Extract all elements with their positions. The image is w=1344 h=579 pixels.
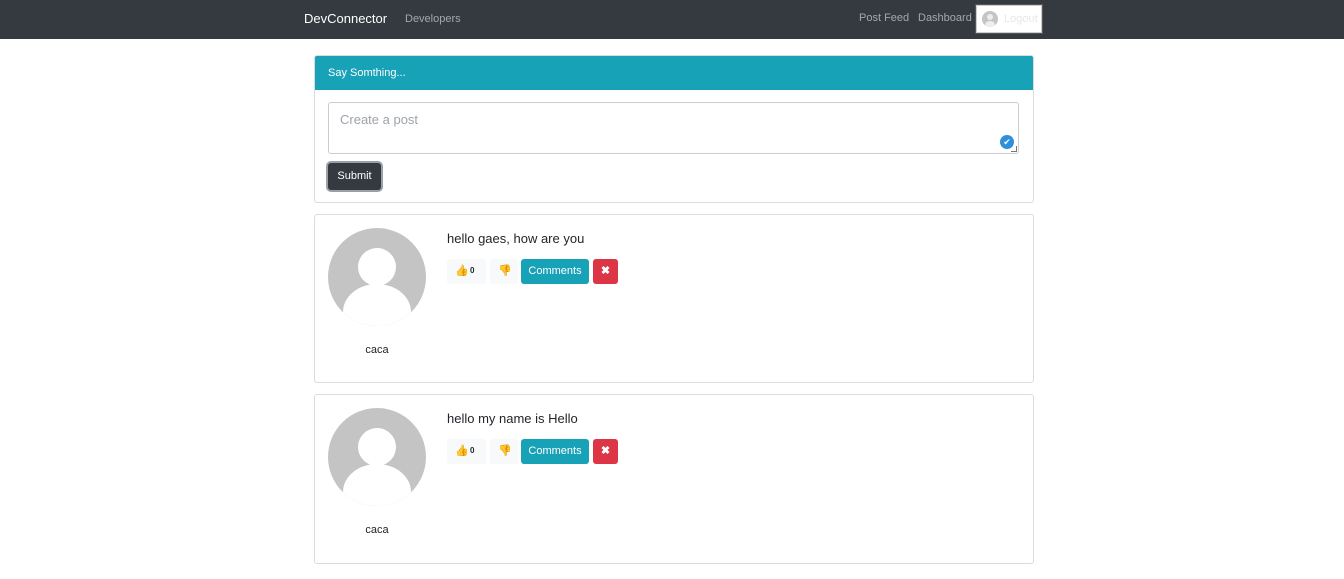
avatar-body [343, 284, 411, 326]
post-card: caca hello my name is Hello 👍 0 👎 Commen… [314, 394, 1034, 564]
avatar-head [358, 428, 396, 466]
delete-post-button[interactable]: ✖ [593, 439, 618, 464]
author-name: caca [365, 524, 389, 536]
like-button[interactable]: 👍 0 [447, 439, 486, 464]
top-navbar: DevConnector Developers Post Feed Dashbo… [0, 0, 1344, 39]
brand-link[interactable]: DevConnector [304, 11, 387, 26]
unlike-button[interactable]: 👎 [490, 259, 518, 284]
avatar-body [343, 464, 411, 506]
create-post-textarea[interactable]: Create a post ✔ [328, 102, 1019, 154]
like-count: 0 [470, 266, 475, 275]
nav-dashboard-link[interactable]: Dashboard [918, 12, 972, 24]
thumbs-down-icon: 👎 [498, 445, 512, 457]
comments-button[interactable]: Comments [521, 439, 589, 464]
create-post-placeholder: Create a post [340, 112, 419, 127]
unlike-button[interactable]: 👎 [490, 439, 518, 464]
thumbs-up-icon: 👍 [455, 445, 469, 457]
post-card: caca hello gaes, how are you 👍 0 👎 Comme… [314, 214, 1034, 383]
user-avatar-icon [982, 11, 998, 27]
post-text: hello my name is Hello [447, 411, 578, 426]
post-text: hello gaes, how are you [447, 231, 585, 246]
thumbs-down-icon: 👎 [498, 265, 512, 277]
comments-button[interactable]: Comments [521, 259, 589, 284]
thumbs-up-icon: 👍 [455, 265, 469, 277]
author-avatar[interactable] [328, 228, 426, 326]
post-form-card: Say Somthing... Create a post ✔ Submit [314, 55, 1034, 203]
avatar-head [358, 248, 396, 286]
logout-label: Logout [1004, 13, 1038, 25]
submit-button[interactable]: Submit [328, 163, 381, 190]
nav-post-feed-link[interactable]: Post Feed [859, 12, 909, 24]
like-count: 0 [470, 446, 475, 455]
post-form-header: Say Somthing... [315, 56, 1033, 90]
author-avatar[interactable] [328, 408, 426, 506]
resize-handle[interactable] [1011, 146, 1017, 152]
like-button[interactable]: 👍 0 [447, 259, 486, 284]
nav-developers-link[interactable]: Developers [405, 13, 461, 25]
logout-button[interactable]: Logout [975, 4, 1043, 34]
delete-post-button[interactable]: ✖ [593, 259, 618, 284]
author-name: caca [365, 344, 389, 356]
